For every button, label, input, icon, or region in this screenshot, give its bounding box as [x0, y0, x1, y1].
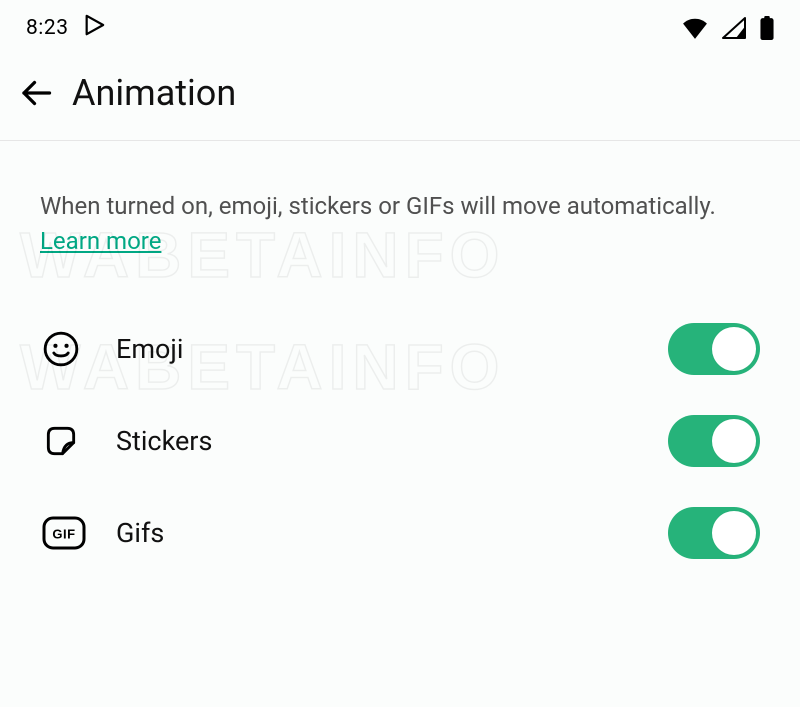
setting-label-stickers: Stickers — [92, 425, 668, 457]
emoji-icon — [42, 330, 92, 368]
setting-row-stickers[interactable]: Stickers — [40, 395, 760, 487]
learn-more-link[interactable]: Learn more — [40, 227, 161, 255]
toggle-gifs[interactable] — [668, 507, 760, 559]
description-body: When turned on, emoji, stickers or GIFs … — [40, 192, 716, 220]
battery-icon — [760, 16, 774, 40]
cell-signal-icon — [722, 17, 746, 39]
setting-row-emoji[interactable]: Emoji — [40, 303, 760, 395]
sticker-icon — [42, 422, 92, 460]
status-bar: 8:23 — [0, 0, 800, 50]
status-bar-left: 8:23 — [26, 14, 105, 42]
status-bar-right — [682, 16, 774, 40]
screen: WABETAINFO WABETAINFO 8:23 — [0, 0, 800, 579]
content: When turned on, emoji, stickers or GIFs … — [0, 141, 800, 579]
app-bar: Animation — [0, 50, 800, 140]
play-store-icon — [83, 14, 105, 42]
back-icon[interactable] — [18, 75, 54, 111]
wifi-icon — [682, 17, 708, 39]
setting-label-emoji: Emoji — [92, 333, 668, 365]
svg-text:GIF: GIF — [52, 526, 75, 541]
status-time: 8:23 — [26, 16, 69, 40]
toggle-emoji[interactable] — [668, 323, 760, 375]
toggle-stickers[interactable] — [668, 415, 760, 467]
page-title: Animation — [72, 72, 236, 114]
description-text: When turned on, emoji, stickers or GIFs … — [40, 189, 760, 259]
setting-row-gifs[interactable]: GIF Gifs — [40, 487, 760, 579]
settings-list: Emoji Stickers — [40, 303, 760, 579]
setting-label-gifs: Gifs — [92, 517, 668, 549]
gif-icon: GIF — [42, 516, 92, 550]
